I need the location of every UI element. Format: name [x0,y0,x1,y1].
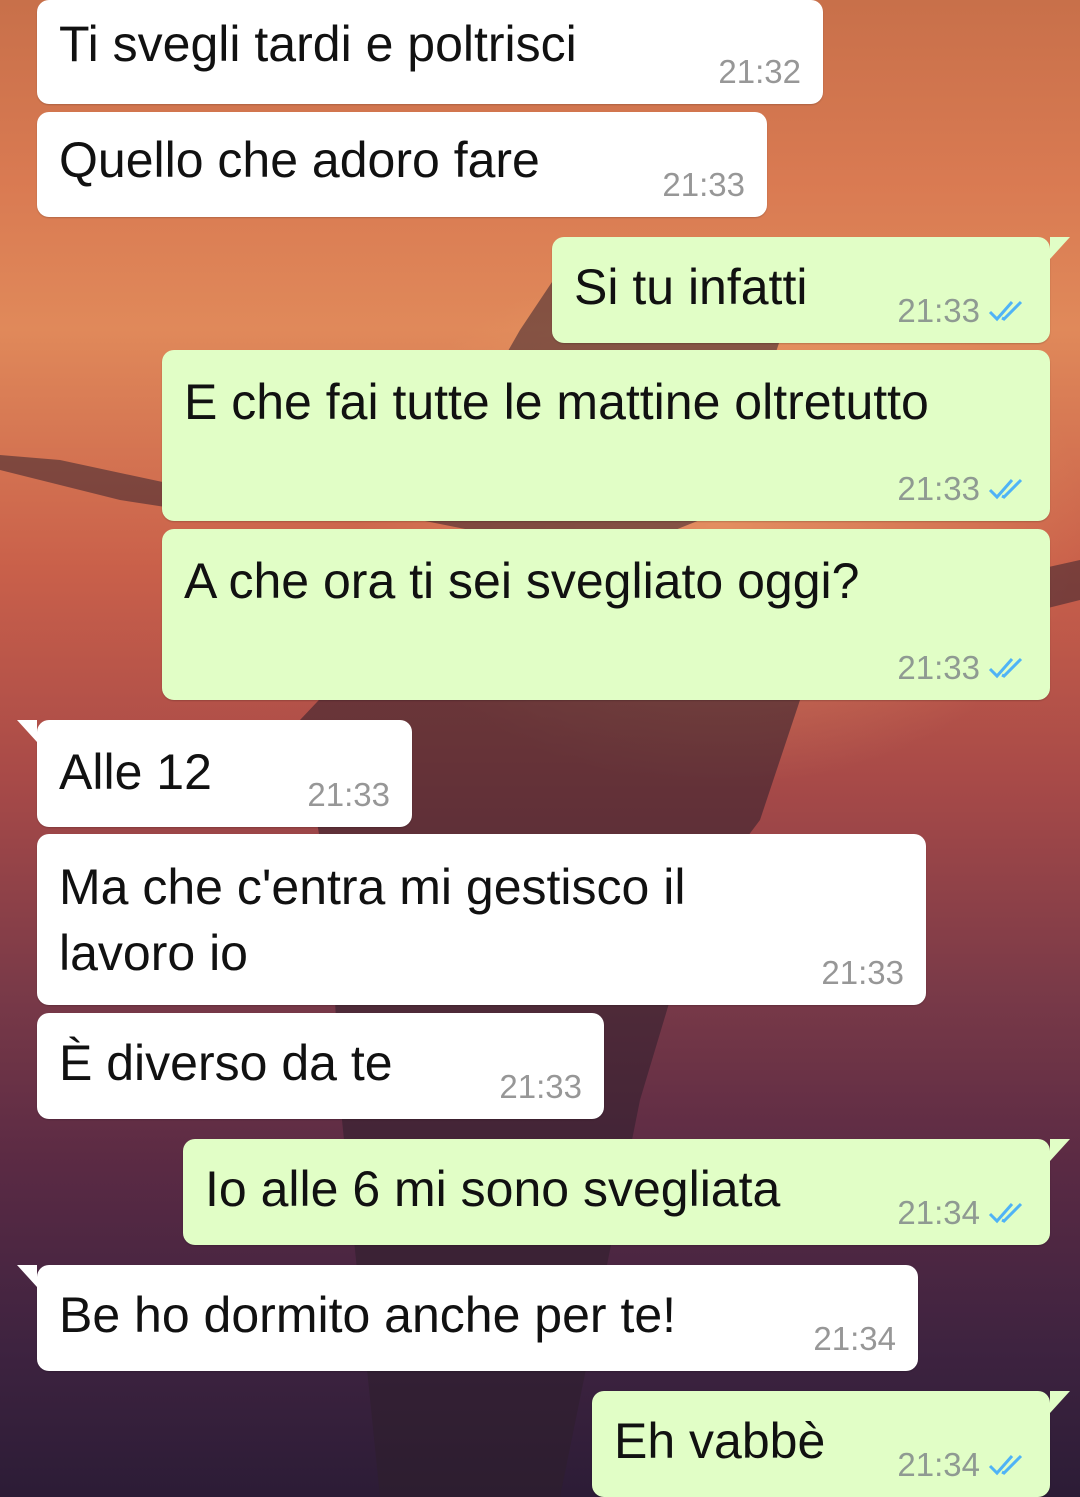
message-bubble-11[interactable]: Eh vabbè 21:34 [592,1391,1070,1497]
message-meta: 21:33 [897,293,1028,329]
message-meta: 21:33 [897,471,1028,507]
message-bubble-5[interactable]: A che ora ti sei svegliato oggi? 21:33 [162,529,1050,700]
message-time: 21:33 [897,470,980,507]
message-meta: 21:33 [897,650,1028,686]
message-bubble-2[interactable]: Quello che adoro fare 21:33 [37,112,767,217]
message-text: E che fai tutte le mattine oltretutto [184,374,929,430]
message-text: Alle 12 [59,744,212,800]
message-time: 21:33 [821,954,904,991]
message-bubble-9[interactable]: Io alle 6 mi sono svegliata 21:34 [183,1139,1070,1245]
message-text: Eh vabbè [614,1413,826,1469]
double-check-icon [988,1202,1023,1224]
double-check-icon [988,657,1023,679]
message-meta: 21:34 [897,1447,1028,1483]
message-time: 21:33 [499,1068,582,1105]
message-bubble-3[interactable]: Si tu infatti 21:33 [552,237,1070,343]
message-meta: 21:34 [897,1195,1028,1231]
message-time: 21:33 [307,776,390,813]
message-bubble-7[interactable]: Ma che c'entra mi gestisco il lavoro io … [37,834,926,1005]
message-text: A che ora ti sei svegliato oggi? [184,553,860,609]
message-text: Quello che adoro fare [59,132,540,188]
double-check-icon [988,478,1023,500]
message-text: Be ho dormito anche per te! [59,1287,677,1343]
message-text: Ma che c'entra mi gestisco il lavoro io [59,859,686,981]
double-check-icon [988,1454,1023,1476]
message-time: 21:32 [718,53,801,90]
message-time: 21:33 [662,166,745,203]
message-bubble-4[interactable]: E che fai tutte le mattine oltretutto 21… [162,350,1050,521]
message-time: 21:34 [897,1446,980,1483]
message-bubble-1[interactable]: Ti svegli tardi e poltrisci 21:32 [37,0,823,104]
message-text: È diverso da te [59,1035,393,1091]
message-time: 21:34 [813,1320,896,1357]
message-time: 21:33 [897,649,980,686]
message-bubble-8[interactable]: È diverso da te 21:33 [37,1013,604,1119]
message-time: 21:33 [897,292,980,329]
double-check-icon [988,300,1023,322]
message-bubble-10[interactable]: Be ho dormito anche per te! 21:34 [17,1265,918,1371]
message-time: 21:34 [897,1194,980,1231]
message-text: Io alle 6 mi sono svegliata [205,1161,781,1217]
message-text: Si tu infatti [574,259,808,315]
message-text: Ti svegli tardi e poltrisci [59,16,577,72]
message-bubble-6[interactable]: Alle 12 21:33 [17,720,412,827]
